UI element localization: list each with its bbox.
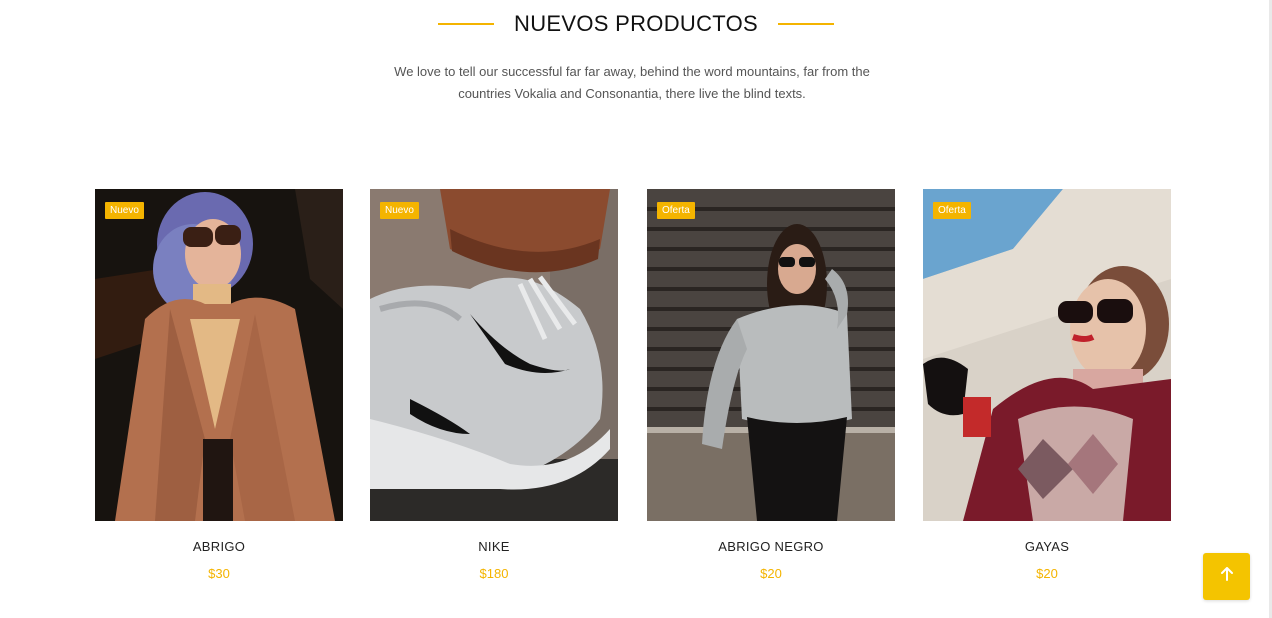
- subtitle-line-1: We love to tell our successful far far a…: [394, 64, 870, 79]
- product-badge: Nuevo: [380, 202, 419, 219]
- page: NUEVOS PRODUCTOS We love to tell our suc…: [0, 0, 1272, 618]
- product-name[interactable]: NIKE: [370, 539, 618, 555]
- product-image-woman-sunglasses[interactable]: Oferta: [923, 189, 1171, 521]
- product-price: $20: [1036, 566, 1058, 581]
- product-badge: Oferta: [933, 202, 971, 219]
- subtitle-line-2: countries Vokalia and Consonantia, there…: [458, 86, 806, 101]
- heading-rule-right: [778, 23, 834, 25]
- arrow-up-icon: [1220, 567, 1234, 586]
- section-title: NUEVOS PRODUCTOS: [514, 11, 758, 36]
- product-card[interactable]: Nuevo NIKE $180: [370, 189, 618, 582]
- product-card[interactable]: Nuevo ABRIGO $30: [95, 189, 343, 582]
- section-heading: NUEVOS PRODUCTOS: [0, 8, 1272, 40]
- product-name[interactable]: GAYAS: [923, 539, 1171, 555]
- scroll-to-top-button[interactable]: [1203, 553, 1250, 600]
- product-image-woman-coat[interactable]: Nuevo: [95, 189, 343, 521]
- product-card[interactable]: Oferta ABRIGO NEGRO $20: [647, 189, 895, 582]
- product-price: $30: [208, 566, 230, 581]
- section-subtitle: We love to tell our successful far far a…: [386, 61, 878, 105]
- product-badge: Oferta: [657, 202, 695, 219]
- product-price: $180: [479, 566, 509, 581]
- product-image-woman-sweater[interactable]: Oferta: [647, 189, 895, 521]
- product-name[interactable]: ABRIGO NEGRO: [647, 539, 895, 555]
- product-card[interactable]: Oferta GAYAS $20: [923, 189, 1171, 582]
- product-name[interactable]: ABRIGO: [95, 539, 343, 555]
- product-image-nike-sneaker[interactable]: Nuevo: [370, 189, 618, 521]
- product-price: $20: [760, 566, 782, 581]
- product-badge: Nuevo: [105, 202, 144, 219]
- heading-rule-left: [438, 23, 494, 25]
